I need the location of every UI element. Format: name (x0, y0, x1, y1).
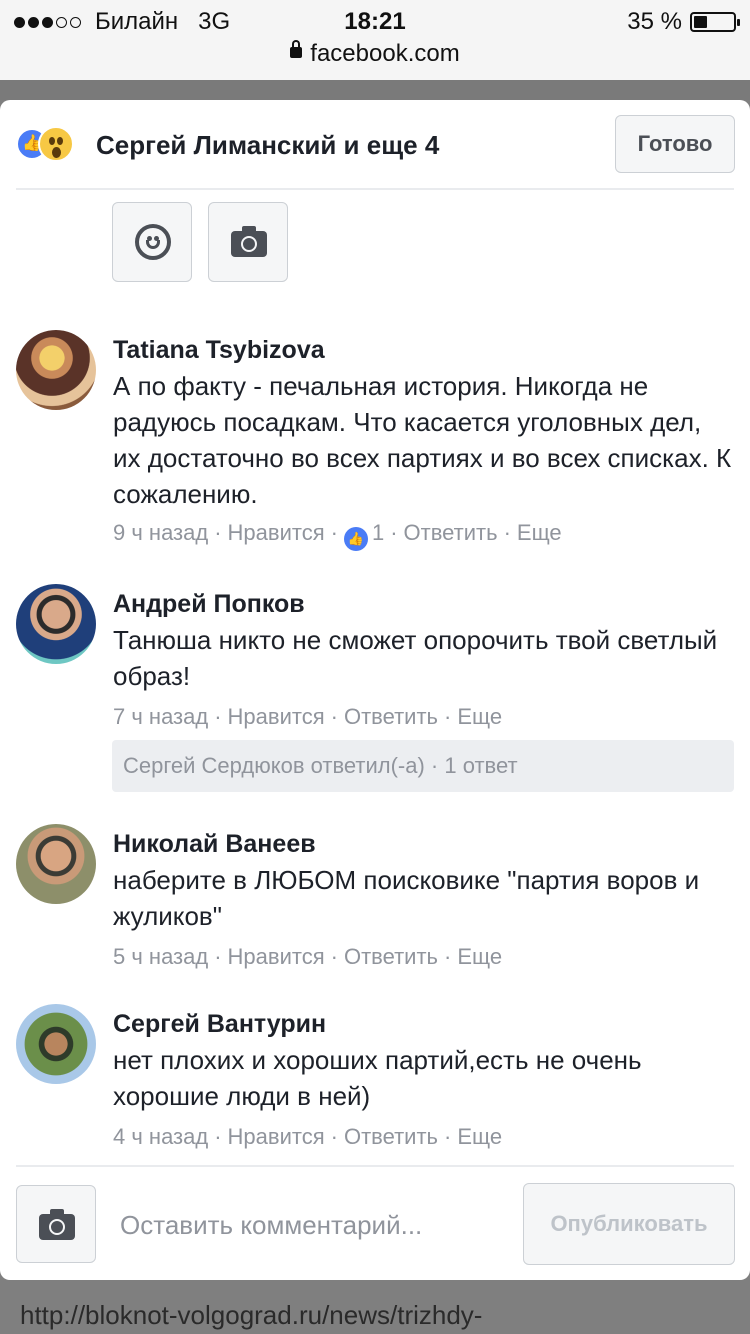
comment-meta: 9 ч назад · Нравится · 👍 1 · Ответить · Еще (113, 520, 562, 551)
sheet-header: 👍 Сергей Лиманский и еще 4 Готово (0, 100, 750, 188)
battery-percent: 35 % (627, 8, 682, 35)
url-text: facebook.com (310, 40, 460, 67)
reply-link[interactable]: Ответить (344, 1124, 438, 1149)
like-link[interactable]: Нравится (228, 520, 325, 545)
publish-button[interactable]: Опубликовать (523, 1183, 735, 1265)
comment-text: Танюша никто не сможет опорочить твой св… (113, 625, 718, 691)
like-link[interactable]: Нравится (228, 704, 325, 729)
background-page (0, 80, 750, 100)
camera-icon (39, 1209, 75, 1240)
battery-status: 35 % (627, 8, 740, 36)
comment-author[interactable]: Николай Ванеев (113, 830, 316, 859)
battery-level (694, 16, 707, 28)
replies-link[interactable]: Сергей Сердюков ответил(-а) · 1 ответ (112, 740, 734, 792)
reply-link[interactable]: Ответить (404, 520, 498, 545)
like-link[interactable]: Нравится (228, 1124, 325, 1149)
divider (16, 188, 734, 190)
like-count-icon: 👍 (343, 527, 368, 551)
avatar[interactable] (16, 584, 96, 664)
comments-sheet: 👍 Сергей Лиманский и еще 4 Готово Tatian… (0, 100, 750, 1280)
comment-meta: 5 ч назад · Нравится · Ответить · Еще (113, 944, 503, 969)
like-count[interactable]: 1 (372, 520, 384, 545)
wow-reaction-icon (38, 126, 74, 162)
avatar[interactable] (16, 1004, 96, 1084)
reactions-summary[interactable]: 👍 (16, 126, 86, 162)
comment-text: наберите в ЛЮБОМ поисковике "партия воро… (113, 865, 700, 931)
status-bar: Билайн 3G 18:21 35 % facebook.com (0, 0, 750, 80)
reply-link[interactable]: Ответить (344, 944, 438, 969)
comment-time[interactable]: 9 ч назад (113, 520, 208, 545)
comment-time[interactable]: 5 ч назад (113, 944, 208, 969)
divider (16, 1165, 734, 1167)
comment-author[interactable]: Tatiana Tsybizova (113, 336, 325, 365)
background-link[interactable]: http://bloknot-volgograd.ru/news/trizhdy… (20, 1300, 482, 1331)
photo-button[interactable] (208, 202, 288, 282)
more-link[interactable]: Еще (457, 1124, 502, 1149)
battery-icon (690, 12, 740, 32)
more-link[interactable]: Еще (517, 520, 562, 545)
comment-text: нет плохих и хороших партий,есть не очен… (113, 1045, 642, 1111)
emoji-button[interactable] (112, 202, 192, 282)
url-bar[interactable]: facebook.com (0, 40, 750, 68)
avatar[interactable] (16, 824, 96, 904)
done-button[interactable]: Готово (615, 115, 735, 173)
reply-link[interactable]: Ответить (344, 704, 438, 729)
comment-time[interactable]: 4 ч назад (113, 1124, 208, 1149)
comment-meta: 4 ч назад · Нравится · Ответить · Еще (113, 1124, 503, 1149)
lock-icon (290, 40, 303, 59)
camera-icon (231, 226, 267, 257)
reactors-title[interactable]: Сергей Лиманский и еще 4 (96, 130, 439, 161)
smile-icon (135, 224, 171, 260)
like-link[interactable]: Нравится (228, 944, 325, 969)
more-link[interactable]: Еще (457, 704, 502, 729)
comment-input[interactable] (110, 1190, 510, 1260)
comment-author[interactable]: Сергей Вантурин (113, 1010, 326, 1039)
comment-time[interactable]: 7 ч назад (113, 704, 208, 729)
comment-meta: 7 ч назад · Нравится · Ответить · Еще (113, 704, 503, 729)
avatar[interactable] (16, 330, 96, 410)
more-link[interactable]: Еще (457, 944, 502, 969)
comment-author[interactable]: Андрей Попков (113, 590, 305, 619)
comment-text: А по факту - печальная история. Никогда … (113, 371, 732, 509)
attach-photo-button[interactable] (16, 1185, 96, 1263)
